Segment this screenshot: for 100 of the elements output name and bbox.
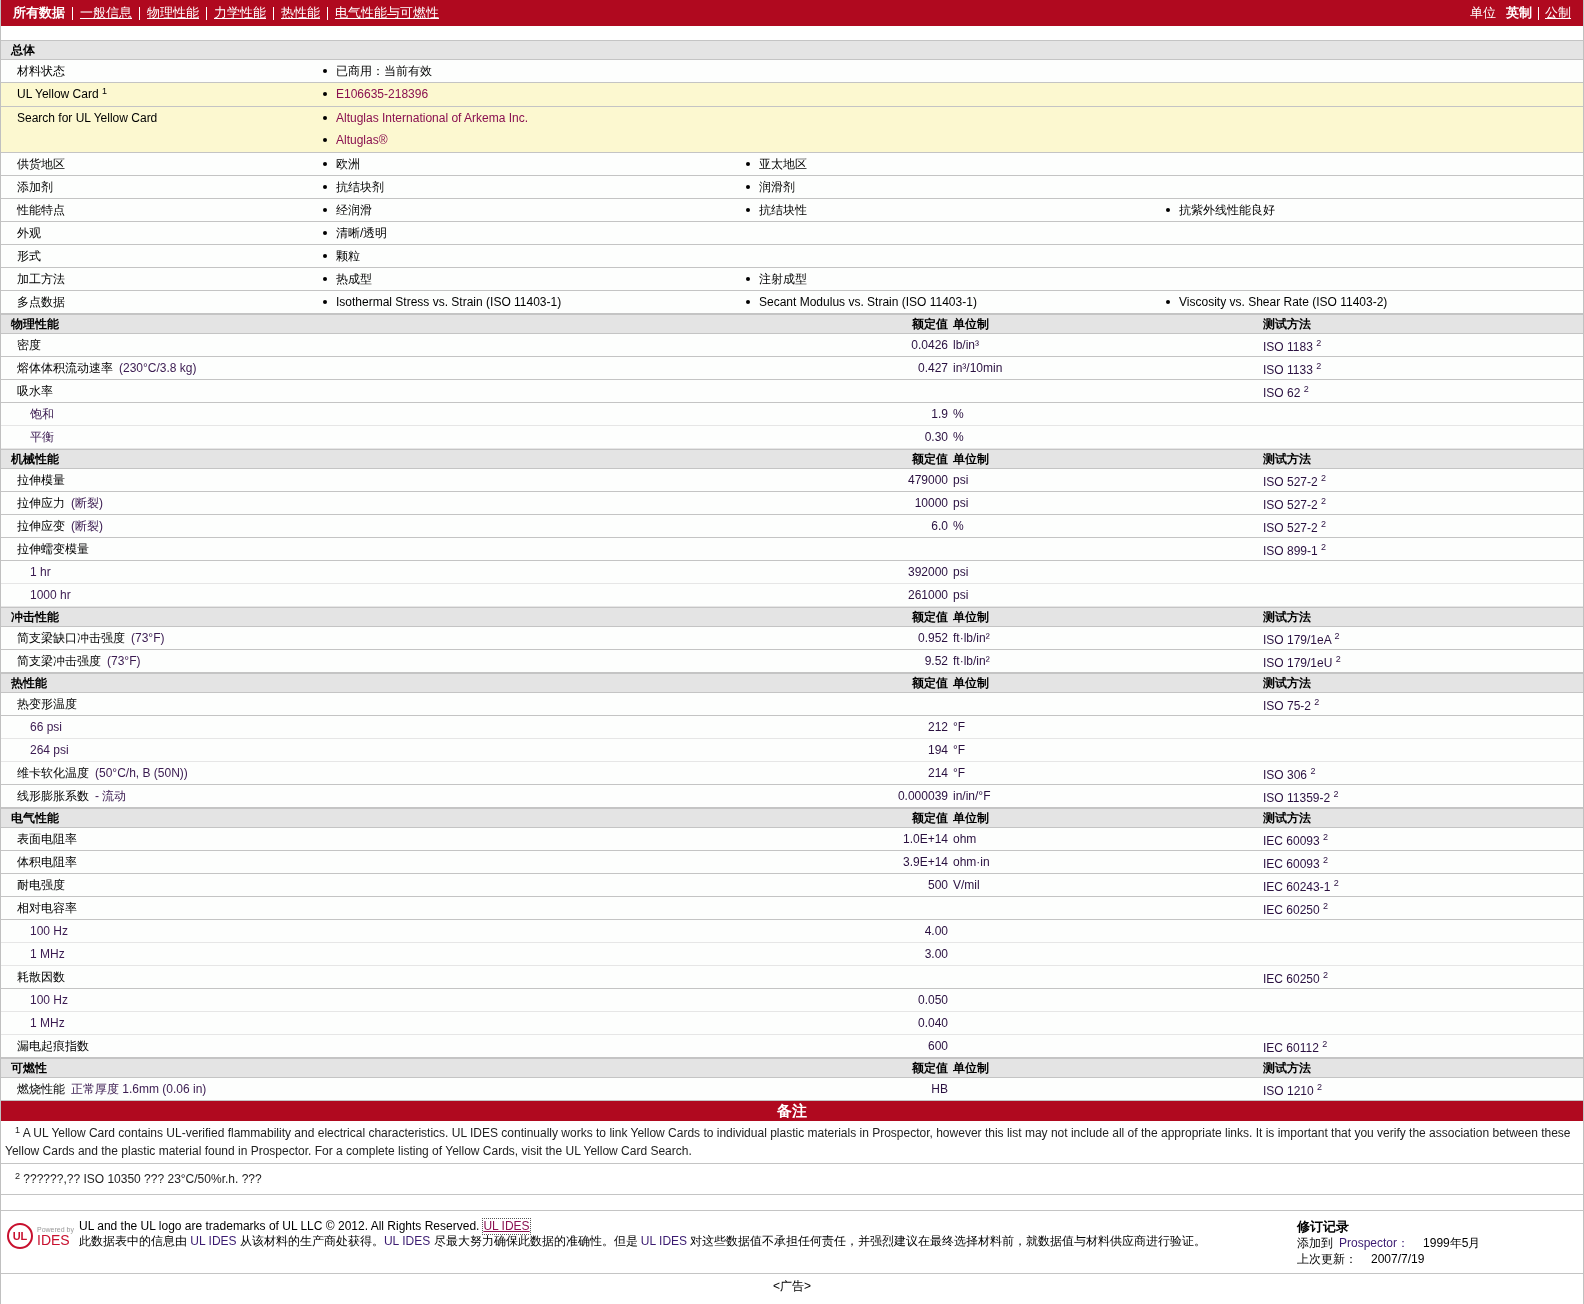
unit: psi [953,496,969,510]
unit: % [953,407,964,421]
test-condition: - 流动 [95,788,127,805]
property-label: Search for UL Yellow Card [16,110,159,127]
property-value: 已商用：当前有效 [336,63,432,80]
nominal-value: 3.9E+14 [902,855,948,869]
nominal-value: 500 [927,878,948,892]
test-method: IEC 60250 $^{2}$ [1263,902,1329,917]
nominal-value: 194 [927,743,948,757]
unit: °F [953,720,966,734]
bullet-icon [323,254,327,258]
footnote: $^{2}$ ??????,?? ISO 10350 ??? 23°C/50%r.h. ??? [1,1164,1583,1195]
property-label: 性能特点 [16,202,66,219]
bullet-icon [746,208,750,212]
column-header: 单位制 [952,675,990,692]
nav-link[interactable]: 力学性能 [214,3,266,23]
unit: V/mil [953,878,980,892]
property-value: 热成型 [336,271,372,288]
property-label: 线形膨胀系数 [17,788,89,805]
ad-placeholder-text: <广告> [773,1278,811,1295]
column-header: 测试方法 [1263,675,1312,692]
property-label: 形式 [16,248,42,265]
property-label: 拉伸蠕变模量 [17,541,89,558]
test-method: ISO 1133 $^{2}$ [1263,362,1322,377]
test-condition: (50°C/h, B (50N)) [95,765,188,782]
nominal-value: 479000 [907,473,948,487]
unit-option[interactable]: 英制 [1506,3,1532,23]
ul-logo-mark: UL [7,1223,33,1249]
footnote: $^{1}$ A UL Yellow Card contains UL-verified flammability and electrical characteristics. UL IDES continually works to link Yellow Cards to individual plastic materials in Prospector, however this list may not include all of the appropriate links. It is important that you verify the association between these Yellow Cards and the plastic material found in Prospector. For a complete listing of Yellow Cards, visit the UL Yellow Card Search. [1,1121,1583,1164]
bullet-icon [323,92,327,96]
nominal-value: 0.427 [917,361,948,375]
property-label: 材料状态 [16,63,66,80]
property-label: 1 MHz [30,946,65,963]
section-title: 电气性能 [10,810,60,827]
test-method: ISO 1210 $^{2}$ [1263,1083,1323,1098]
bullet-icon [323,116,327,120]
value-link[interactable]: Altuglas® [336,131,388,149]
property-label: 多点数据 [16,294,66,311]
units-label: 单位 [1470,4,1496,23]
property-label: 燃烧性能 [17,1081,65,1098]
revision-label: 添加到 [1297,1235,1333,1251]
property-label: 拉伸应力 [17,495,65,512]
unit: °F [953,743,966,757]
bullet-icon [746,277,750,281]
property-label: 拉伸模量 [17,472,65,489]
property-value: 润滑剂 [759,179,795,196]
test-method: ISO 179/1eU $^{2}$ [1263,655,1341,670]
nominal-value: 214 [927,766,948,780]
property-label: 漏电起痕指数 [17,1038,89,1055]
property-label: 加工方法 [16,271,66,288]
property-value: Viscosity vs. Shear Rate (ISO 11403-2) [1179,294,1388,311]
nominal-value: 212 [927,720,948,734]
revision-date: 1999年5月 [1422,1235,1481,1251]
value-link[interactable]: E106635-218396 [336,85,429,103]
bullet-icon [746,300,750,304]
test-method: ISO 527-2 $^{2}$ [1263,474,1327,489]
nav-link[interactable]: 物理性能 [147,3,199,23]
section-title: 物理性能 [10,316,60,333]
unit: ft·lb/in² [953,631,990,645]
property-label: 1 MHz [30,1015,65,1032]
property-label: 100 Hz [30,923,69,940]
property-label: 吸水率 [17,383,53,400]
nav-link[interactable]: 电气性能与可燃性 [335,3,439,23]
unit: psi [953,565,969,579]
test-method: IEC 60243-1 $^{2}$ [1263,879,1339,894]
nominal-value: 10000 [914,496,948,510]
property-value: 注射成型 [759,271,807,288]
property-label: 热变形温度 [17,696,77,713]
ul-ides-link[interactable]: UL IDES [483,1219,530,1234]
column-header: 单位制 [952,609,990,626]
nominal-value: 6.0 [931,519,948,533]
unit: psi [953,588,969,602]
bullet-icon [323,277,327,281]
nominal-value: 3.00 [924,947,948,961]
column-header: 单位制 [952,1060,990,1077]
nominal-value: 0.040 [917,1016,948,1030]
property-label: 饱和 [30,406,54,423]
test-condition: (230°C/3.8 kg) [119,360,197,377]
unit: lb/in³ [953,338,979,352]
disclaimer-text: 此数据表中的信息由 UL IDES 从该材料的生产商处获得。UL IDES 尽最大努力确保此数据的准确性。但是 UL IDES 对这些数据值不承担任何责任，并强烈建议在最终选择材料前，就数据值与材料供应商进行验证。 [79,1234,1208,1249]
column-header: 额定值 [911,451,948,468]
value-link[interactable]: Altuglas International of Arkema Inc. [336,109,529,127]
property-value: Isothermal Stress vs. Strain (ISO 11403-1) [336,294,562,311]
property-label: 供货地区 [16,156,66,173]
test-method: IEC 60112 $^{2}$ [1263,1040,1328,1055]
test-method: ISO 1183 $^{2}$ [1263,339,1322,354]
test-method: IEC 60093 $^{2}$ [1263,856,1329,871]
nominal-value: 9.52 [924,654,948,668]
section-title: 冲击性能 [10,609,60,626]
nominal-value: HB [931,1082,948,1096]
nav-link[interactable]: 所有数据 [13,3,65,23]
nav-link[interactable]: 热性能 [281,3,320,23]
unit-option[interactable]: 公制 [1545,3,1571,23]
nav-link[interactable]: 一般信息 [80,3,132,23]
bullet-icon [323,208,327,212]
column-header: 额定值 [911,1060,948,1077]
logo-name: IDES [37,1232,70,1247]
column-header: 测试方法 [1263,1060,1312,1077]
property-label: 66 psi [30,719,63,736]
property-value: 清晰/透明 [336,225,388,242]
